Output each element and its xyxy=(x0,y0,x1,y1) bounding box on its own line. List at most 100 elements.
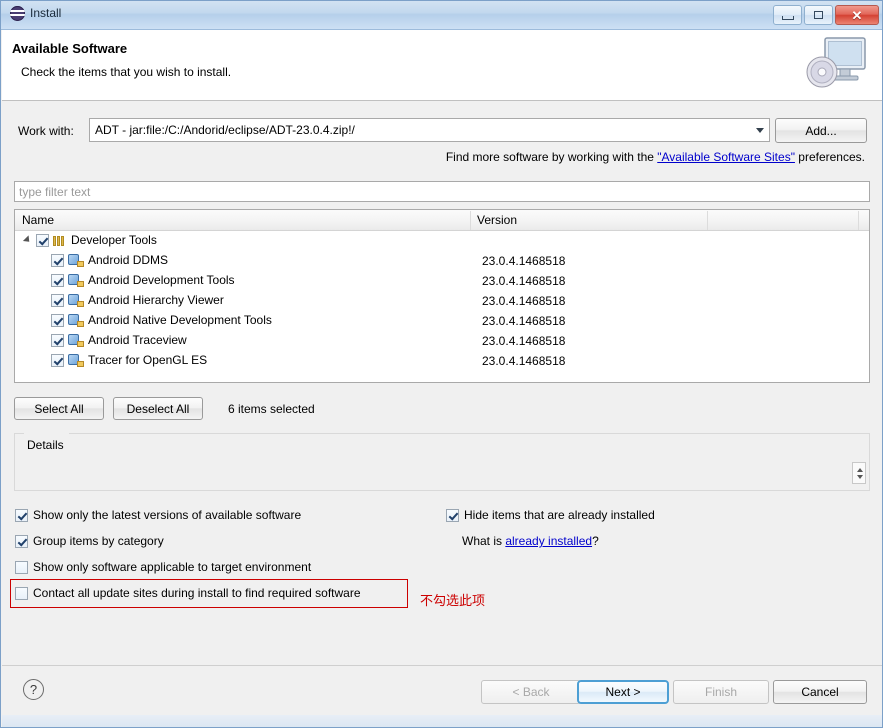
table-row[interactable]: Android Hierarchy Viewer 23.0.4.1468518 xyxy=(15,291,869,311)
table-cell-version: 23.0.4.1468518 xyxy=(482,294,566,308)
find-more-suffix: preferences. xyxy=(794,150,865,164)
table-cell-version: 23.0.4.1468518 xyxy=(482,274,566,288)
help-icon[interactable]: ? xyxy=(23,679,44,700)
column-divider[interactable] xyxy=(707,211,708,230)
checkbox[interactable] xyxy=(15,586,28,600)
maximize-icon xyxy=(814,11,823,19)
close-icon: ✕ xyxy=(851,7,863,23)
already-installed-link[interactable]: already installed xyxy=(505,534,592,548)
monitor-disc-icon xyxy=(803,34,869,96)
back-button[interactable]: < Back xyxy=(481,680,581,704)
row-checkbox[interactable] xyxy=(51,253,64,267)
minimize-icon xyxy=(781,15,794,20)
table-row[interactable]: Android Native Development Tools 23.0.4.1… xyxy=(15,311,869,331)
what-is-prefix: What is xyxy=(462,534,506,548)
table-cell-name: Tracer for OpenGL ES xyxy=(51,353,207,367)
checkbox[interactable] xyxy=(15,534,28,548)
eclipse-icon xyxy=(10,6,25,21)
category-icon xyxy=(53,234,67,246)
feature-icon xyxy=(68,293,84,307)
option-show-latest-versions[interactable]: Show only the latest versions of availab… xyxy=(15,508,301,522)
option-target-environment[interactable]: Show only software applicable to target … xyxy=(15,560,311,574)
table-cell-version: 23.0.4.1468518 xyxy=(482,314,566,328)
title-bar-left: Install xyxy=(10,6,61,21)
checkbox[interactable] xyxy=(15,508,28,522)
option-label: Group items by category xyxy=(33,534,164,548)
find-more-software-text: Find more software by working with the "… xyxy=(446,150,865,164)
work-with-label: Work with: xyxy=(18,124,74,138)
row-label: Android Development Tools xyxy=(88,273,235,287)
column-divider[interactable] xyxy=(858,211,859,230)
row-checkbox[interactable] xyxy=(51,293,64,307)
table-row[interactable]: Android Traceview 23.0.4.1468518 xyxy=(15,331,869,351)
close-button[interactable]: ✕ xyxy=(835,5,879,25)
software-tree-table[interactable]: Name Version Developer Tools Android DDMS… xyxy=(14,209,870,383)
maximize-button[interactable] xyxy=(804,5,833,25)
column-divider[interactable] xyxy=(470,211,471,230)
column-header-name[interactable]: Name xyxy=(22,213,54,227)
table-cell-version: 23.0.4.1468518 xyxy=(482,334,566,348)
table-cell-version: 23.0.4.1468518 xyxy=(482,254,566,268)
work-with-combo[interactable]: ADT - jar:file:/C:/Andorid/eclipse/ADT-2… xyxy=(89,118,770,142)
option-label: Show only software applicable to target … xyxy=(33,560,312,574)
page-subtitle: Check the items that you wish to install… xyxy=(21,65,232,79)
footer-divider xyxy=(2,665,882,666)
window-controls: ✕ xyxy=(773,5,879,25)
option-label: Hide items that are already installed xyxy=(464,508,655,522)
row-label: Android Hierarchy Viewer xyxy=(88,293,224,307)
wizard-banner: Available Software Check the items that … xyxy=(2,30,882,101)
table-row[interactable]: Developer Tools xyxy=(15,231,869,251)
details-scroll-spinner[interactable] xyxy=(852,462,866,484)
what-is-already-installed: What is already installed? xyxy=(462,534,599,548)
table-cell-name: Android Development Tools xyxy=(51,273,235,287)
row-checkbox[interactable] xyxy=(51,273,64,287)
next-button[interactable]: Next > xyxy=(577,680,669,704)
table-row[interactable]: Android DDMS 23.0.4.1468518 xyxy=(15,251,869,271)
row-label: Android DDMS xyxy=(88,253,169,267)
option-contact-update-sites[interactable]: Contact all update sites during install … xyxy=(15,586,361,600)
filter-input[interactable]: type filter text xyxy=(14,181,870,202)
feature-icon xyxy=(68,353,84,367)
deselect-all-button[interactable]: Deselect All xyxy=(113,397,203,420)
table-body: Developer Tools Android DDMS 23.0.4.146851… xyxy=(15,231,869,371)
option-group-by-category[interactable]: Group items by category xyxy=(15,534,164,548)
table-cell-name: Android Traceview xyxy=(51,333,187,347)
row-checkbox[interactable] xyxy=(51,313,64,327)
table-row[interactable]: Android Development Tools 23.0.4.1468518 xyxy=(15,271,869,291)
window-title: Install xyxy=(30,6,62,20)
chevron-down-icon xyxy=(756,128,764,133)
row-checkbox[interactable] xyxy=(51,333,64,347)
page-title: Available Software xyxy=(12,41,128,56)
checkbox[interactable] xyxy=(446,508,459,522)
table-cell-name: Android Native Development Tools xyxy=(51,313,272,327)
what-is-suffix: ? xyxy=(592,534,599,548)
chevron-down-icon xyxy=(857,475,863,479)
feature-icon xyxy=(68,273,84,287)
checkbox[interactable] xyxy=(15,560,28,574)
minimize-button[interactable] xyxy=(773,5,802,25)
feature-icon xyxy=(68,333,84,347)
option-hide-installed[interactable]: Hide items that are already installed xyxy=(446,508,655,522)
table-cell-name: Android DDMS xyxy=(51,253,168,267)
annotation-text: 不勾选此项 xyxy=(420,594,486,609)
cancel-button[interactable]: Cancel xyxy=(773,680,867,704)
table-cell-name: Android Hierarchy Viewer xyxy=(51,293,224,307)
row-checkbox[interactable] xyxy=(51,353,64,367)
column-header-version[interactable]: Version xyxy=(477,213,517,227)
bottom-strip xyxy=(2,715,882,727)
details-label: Details xyxy=(25,438,66,452)
available-software-sites-link[interactable]: "Available Software Sites" xyxy=(657,150,795,164)
option-label: Contact all update sites during install … xyxy=(33,586,361,600)
row-checkbox[interactable] xyxy=(36,233,49,247)
table-cell-version: 23.0.4.1468518 xyxy=(482,354,566,368)
feature-icon xyxy=(68,313,84,327)
finish-button[interactable]: Finish xyxy=(673,680,769,704)
find-more-prefix: Find more software by working with the xyxy=(445,150,658,164)
add-button[interactable]: Add... xyxy=(775,118,867,143)
expand-collapse-icon[interactable] xyxy=(22,235,33,245)
row-label: Developer Tools xyxy=(71,233,157,247)
select-all-button[interactable]: Select All xyxy=(14,397,104,420)
table-row[interactable]: Tracer for OpenGL ES 23.0.4.1468518 xyxy=(15,351,869,371)
work-with-value: ADT - jar:file:/C:/Andorid/eclipse/ADT-2… xyxy=(95,123,355,137)
feature-icon xyxy=(68,253,84,267)
